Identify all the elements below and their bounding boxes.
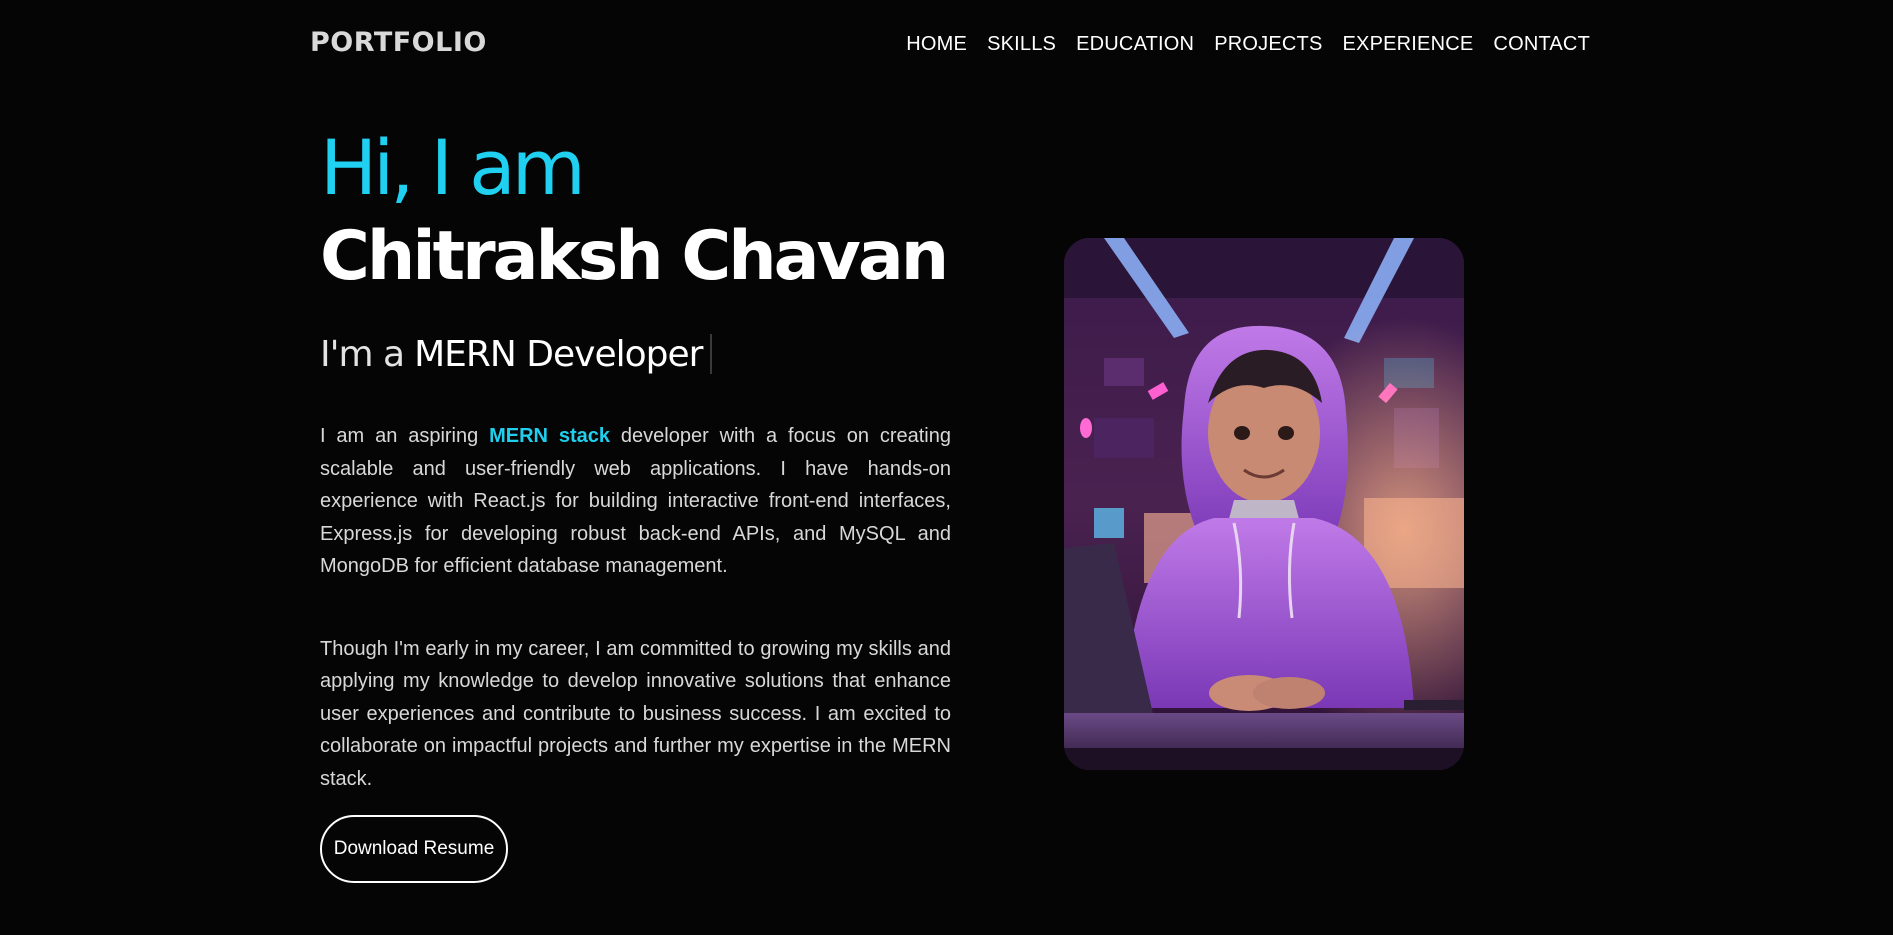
nav-item-home: HOME: [906, 33, 967, 56]
nav-item-contact: CONTACT: [1493, 33, 1590, 56]
profile-image: [1064, 238, 1464, 770]
nav-item-skills: SKILLS: [987, 33, 1056, 56]
download-resume-button[interactable]: Download Resume: [320, 815, 508, 883]
mern-stack-highlight: MERN stack: [489, 425, 611, 447]
top-navbar: PORTFOLIO HOME SKILLS EDUCATION PROJECTS…: [0, 0, 1893, 90]
typing-cursor: [710, 334, 713, 374]
nav-item-projects: PROJECTS: [1214, 33, 1322, 56]
para1-text-start: I am an aspiring: [320, 425, 490, 447]
portfolio-page: PORTFOLIO HOME SKILLS EDUCATION PROJECTS…: [0, 0, 1893, 935]
nav-link-skills[interactable]: SKILLS: [987, 33, 1056, 55]
nav-link-experience[interactable]: EXPERIENCE: [1342, 33, 1473, 55]
role-typewriter: I'm a MERN Developer: [320, 330, 951, 378]
para1-text-end: developer with a focus on creating scala…: [320, 425, 951, 577]
avatar-illustration-icon: [1064, 238, 1464, 770]
nav-link-projects[interactable]: PROJECTS: [1214, 33, 1322, 55]
nav-link-contact[interactable]: CONTACT: [1493, 33, 1590, 55]
nav-link-home[interactable]: HOME: [906, 33, 967, 55]
nav-item-experience: EXPERIENCE: [1342, 33, 1473, 56]
about-paragraph-1: I am an aspiring MERN stack developer wi…: [320, 420, 951, 583]
name-heading: Chitraksh Chavan: [320, 217, 949, 296]
nav-item-education: EDUCATION: [1076, 33, 1194, 56]
hero-intro: Hi, I am Chitraksh Chavan I'm a MERN Dev…: [320, 122, 951, 883]
about-paragraph-2: Though I'm early in my career, I am comm…: [320, 637, 951, 790]
greeting-heading: Hi, I am: [320, 123, 586, 212]
nav-link-education[interactable]: EDUCATION: [1076, 33, 1194, 55]
role-prefix: I'm a: [320, 333, 405, 375]
role-typed-text: MERN Developer: [414, 333, 703, 375]
logo[interactable]: PORTFOLIO: [310, 27, 487, 58]
nav-links: HOME SKILLS EDUCATION PROJECTS EXPERIENC…: [906, 33, 1590, 56]
